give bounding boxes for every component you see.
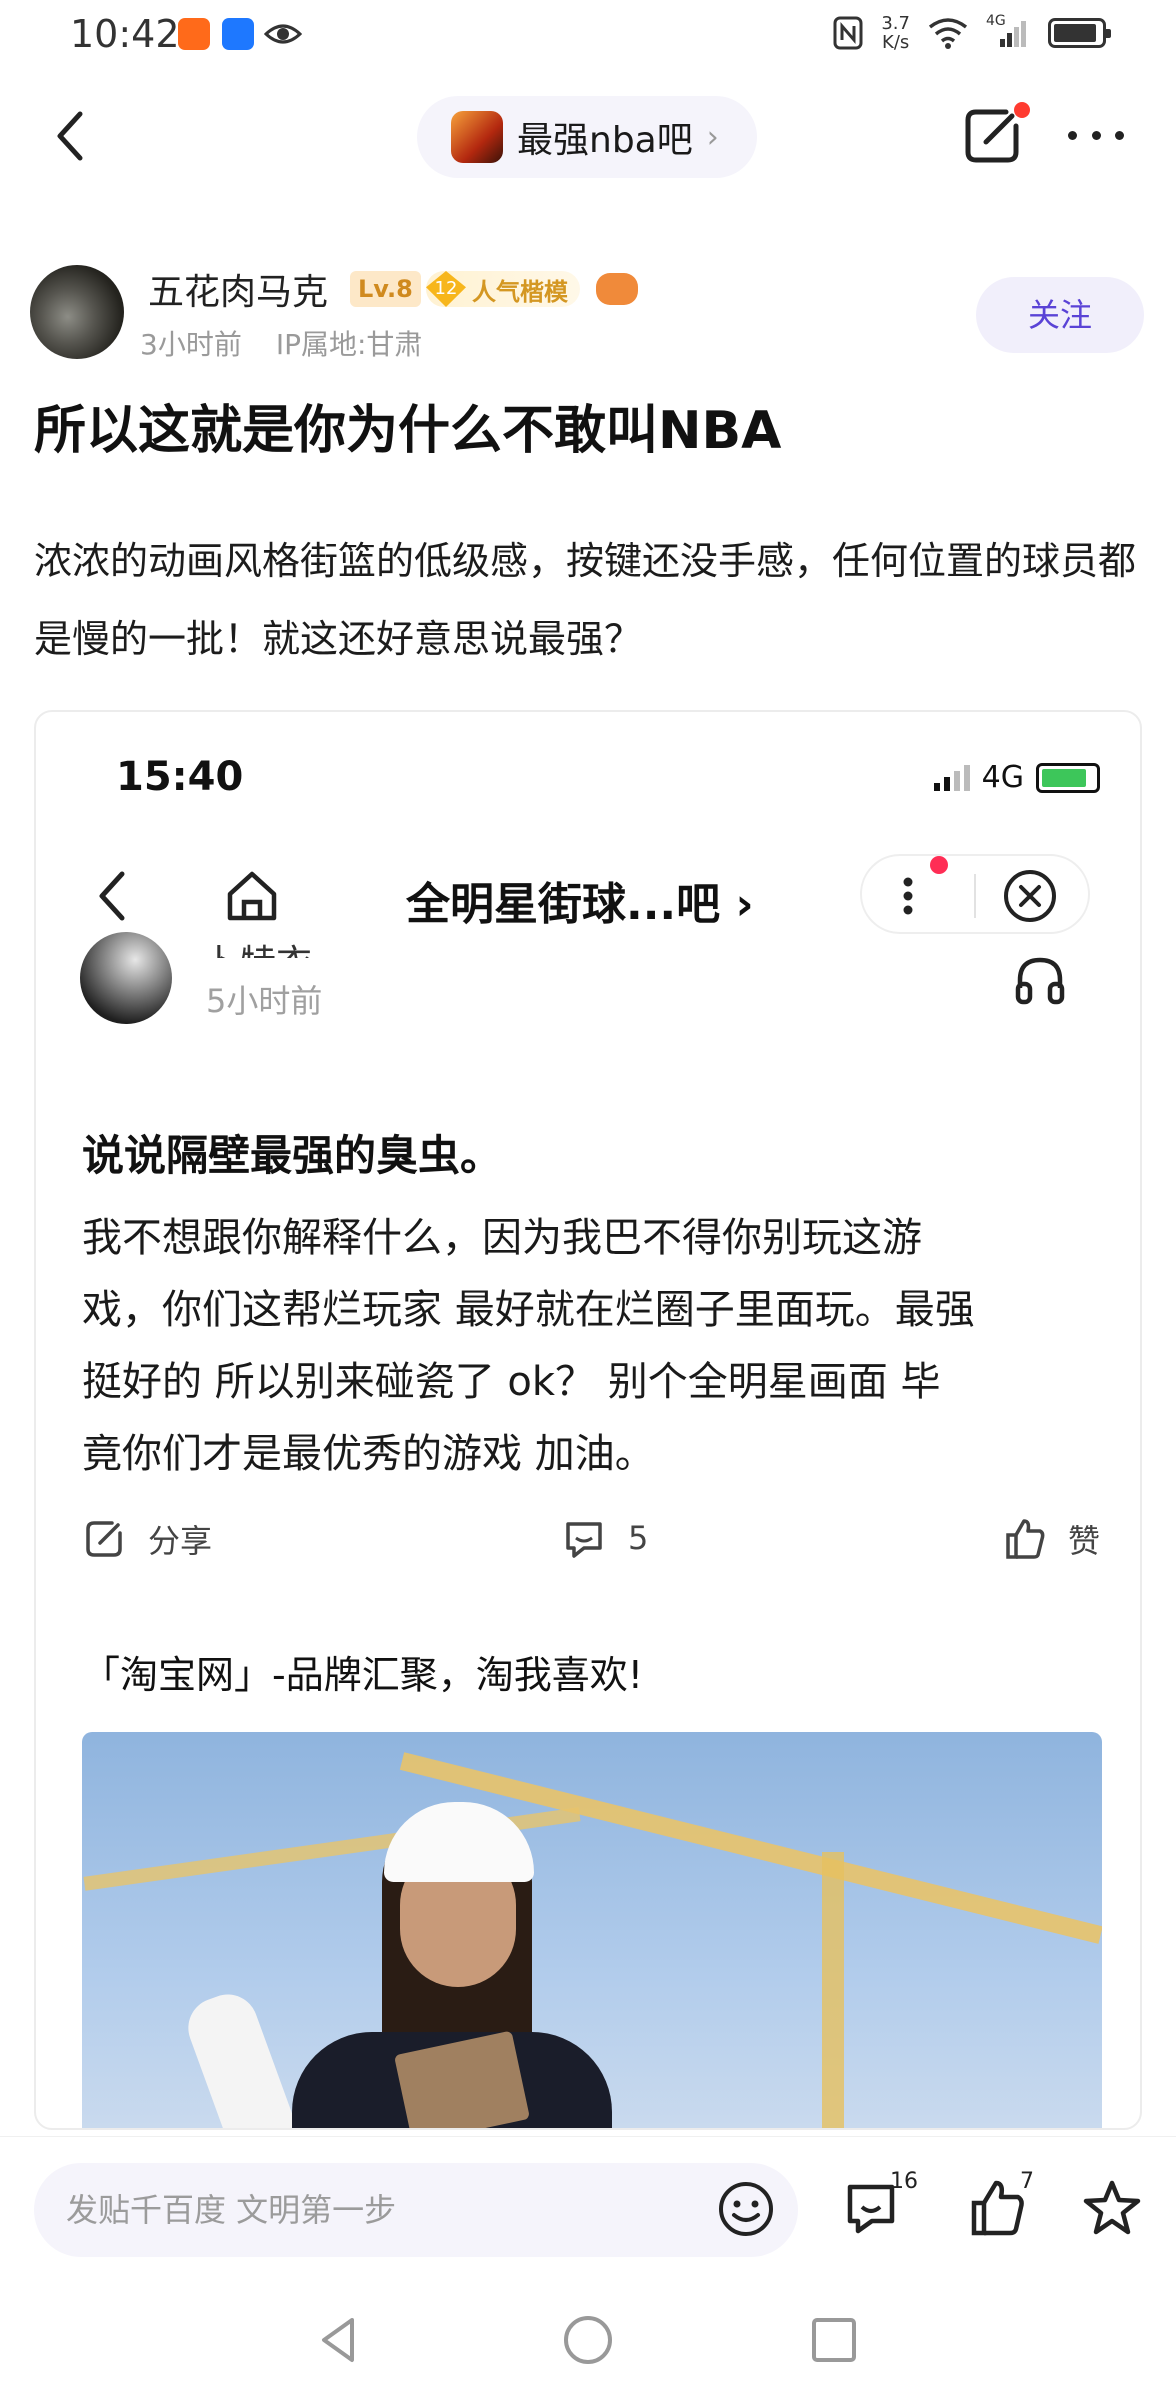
embedded-back-icon: [99, 871, 125, 921]
embedded-signal-icon: [933, 764, 970, 791]
share-label: 分享: [148, 1522, 213, 1560]
like-label: 赞: [1068, 1522, 1101, 1560]
share-icon: [86, 1521, 122, 1557]
chevron-right-icon: ›: [706, 119, 719, 155]
emoji-icon[interactable]: [716, 2179, 776, 2239]
back-arrow-icon[interactable]: [40, 100, 110, 170]
embedded-like: 赞: [1002, 1516, 1100, 1562]
ad-text: 「淘宝网」-品牌汇聚，淘我喜欢!: [82, 1653, 643, 1697]
embedded-post-title: 说说隔壁最强的臭虫。: [82, 1131, 503, 1180]
net-speed: 3.7 K/s: [881, 14, 910, 52]
wifi-icon: [928, 18, 968, 49]
ip-location: IP属地:甘肃: [275, 328, 423, 361]
embedded-body-line: 戏，你们这帮烂玩家 最好就在烂圈子里面玩。最强: [82, 1287, 975, 1333]
embedded-red-dot: [930, 856, 948, 874]
forum-logo: [451, 111, 503, 163]
embedded-actions: 分享 5 赞: [36, 1502, 1140, 1582]
embedded-chevron-icon: ›: [735, 879, 754, 930]
like-icon: [1006, 1519, 1045, 1559]
avatar[interactable]: [30, 265, 124, 359]
forum-name: 最强nba吧: [517, 120, 693, 161]
embedded-capsule: [860, 854, 1090, 934]
embedded-body-line: 挺好的 所以别来碰瓷了 ok？ 别个全明星画面 毕: [82, 1359, 941, 1405]
comments-count: 16: [890, 2169, 918, 2194]
bottom-bar: 发贴千百度 文明第一步 16 7: [0, 2136, 1176, 2276]
more-icon[interactable]: [1060, 110, 1132, 160]
post-meta: 3小时前 IP属地:甘肃: [140, 323, 422, 363]
post-title: 所以这就是你为什么不敢叫NBA: [34, 401, 782, 461]
net-speed-value: 3.7: [881, 13, 910, 34]
popularity-badge: 12 人气楷模: [426, 271, 580, 307]
net-speed-unit: K/s: [882, 32, 910, 53]
headphones-icon: [1015, 957, 1065, 1005]
embedded-post-time: 5小时前: [206, 982, 323, 1020]
embedded-nav: 全明星街球...吧 ›: [36, 842, 1140, 942]
comment-input[interactable]: 发贴千百度 文明第一步: [34, 2163, 798, 2257]
likes-count: 7: [1020, 2169, 1034, 2194]
forum-pill[interactable]: 最强nba吧 ›: [417, 96, 757, 178]
follow-button[interactable]: 关注: [976, 277, 1144, 353]
badge-diamond-icon: 12: [426, 271, 466, 307]
embedded-status-time: 15:40: [116, 754, 244, 800]
embedded-comment: 5: [562, 1516, 648, 1560]
embedded-status-right: 4G: [933, 760, 1100, 795]
system-recents-icon[interactable]: [806, 2312, 862, 2368]
embedded-more-icon: [903, 877, 913, 915]
comment-icon: [566, 1522, 602, 1558]
post-time: 3小时前: [140, 328, 242, 361]
system-home-icon[interactable]: [560, 2312, 616, 2368]
author-name[interactable]: 五花肉马克: [148, 263, 328, 315]
notification-dot: [1014, 102, 1030, 118]
ad-image: [82, 1732, 1102, 2128]
post-body: 浓浓的动画风格街篮的低级感，按键还没手感，任何位置的球员都是慢的一批！就这还好意…: [34, 539, 1137, 661]
embedded-avatar: [80, 932, 172, 1024]
level-badge: Lv.8: [350, 271, 421, 307]
home-icon: [227, 871, 277, 921]
gamepad-icon: [596, 273, 638, 305]
status-right: 3.7 K/s 4G: [833, 13, 1111, 52]
assistant-app-icon: [222, 18, 254, 50]
embedded-body-line: 竟你们才是最优秀的游戏 加油。: [82, 1431, 655, 1477]
embedded-screenshot[interactable]: 15:40 4G 全明星街球...吧 › 5小时前 说说隔壁最强的臭虫。 我不想…: [34, 710, 1142, 2130]
top-nav: 最强nba吧 ›: [0, 80, 1176, 190]
embedded-share: 分享: [82, 1516, 212, 1562]
embedded-post-body: 我不想跟你解释什么，因为我巴不得你别玩这游 戏，你们这帮烂玩家 最好就在烂圈子里…: [82, 1202, 1102, 1490]
cell-signal-icon: 4G: [986, 13, 1030, 49]
badge-text: 人气楷模: [472, 277, 568, 306]
embedded-body-line: 我不想跟你解释什么，因为我巴不得你别玩这游: [82, 1215, 922, 1261]
embedded-network: 4G: [981, 760, 1024, 795]
taobao-app-icon: [178, 18, 210, 50]
system-nav: [0, 2290, 1176, 2400]
embedded-author-name: 卜特衣: [204, 934, 312, 958]
system-back-icon[interactable]: [312, 2312, 368, 2368]
star-icon[interactable]: [1080, 2177, 1144, 2241]
close-icon: [1004, 870, 1056, 922]
status-bar: 10:42 3.7 K/s 4G: [0, 0, 1176, 70]
status-time: 10:42: [70, 12, 180, 56]
battery-icon: [1048, 18, 1111, 48]
nfc-icon: [833, 16, 863, 50]
comment-count: 5: [628, 1519, 649, 1557]
author-row: 五花肉马克 Lv.8 12 人气楷模 3小时前 IP属地:甘肃 关注: [0, 255, 1176, 375]
embedded-forum-title: 全明星街球...吧 ›: [406, 868, 754, 932]
eye-icon: [264, 24, 302, 44]
embedded-forum-name: 全明星街球...吧: [406, 879, 721, 930]
embedded-battery-icon: [1036, 762, 1100, 793]
